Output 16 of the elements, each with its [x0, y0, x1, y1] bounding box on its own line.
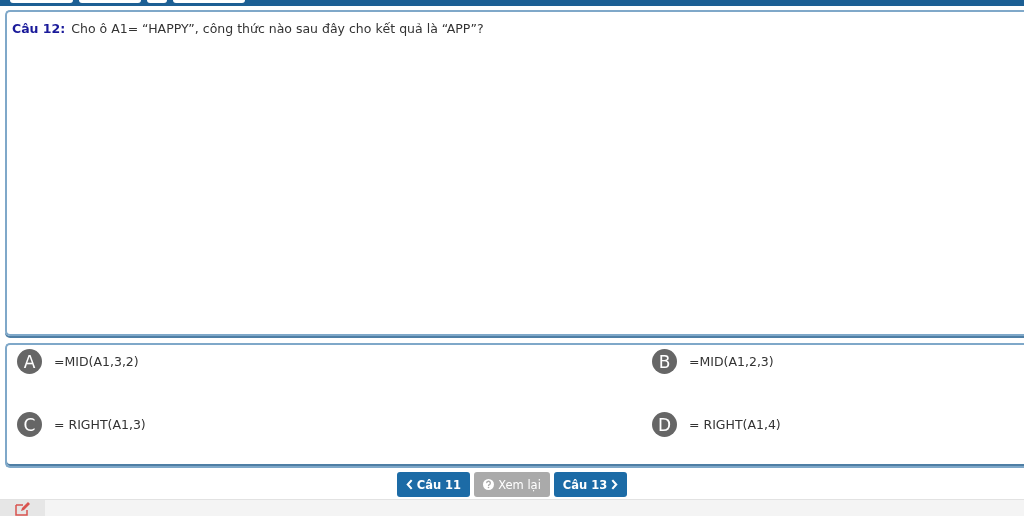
next-button[interactable]: Câu 13	[553, 472, 628, 497]
option-letter[interactable]: C	[17, 412, 42, 437]
edit-icon	[14, 502, 31, 516]
option-letter[interactable]: A	[17, 349, 42, 374]
question-text: Cho ô A1= “HAPPY”, công thức nào sau đây cho kết quả là “APP”?	[71, 21, 484, 36]
option-text: =MID(A1,3,2)	[54, 354, 139, 369]
option-letter[interactable]: D	[652, 412, 677, 437]
chevron-right-icon	[611, 479, 619, 490]
chevron-left-icon	[405, 479, 413, 490]
option-text: = RIGHT(A1,3)	[54, 417, 146, 432]
option-text: = RIGHT(A1,4)	[689, 417, 781, 432]
option-letter[interactable]: B	[652, 349, 677, 374]
prev-button[interactable]: Câu 11	[396, 472, 471, 497]
option-text: =MID(A1,2,3)	[689, 354, 774, 369]
question-number: Câu 12:	[12, 21, 66, 36]
question-circle-icon	[483, 479, 495, 490]
